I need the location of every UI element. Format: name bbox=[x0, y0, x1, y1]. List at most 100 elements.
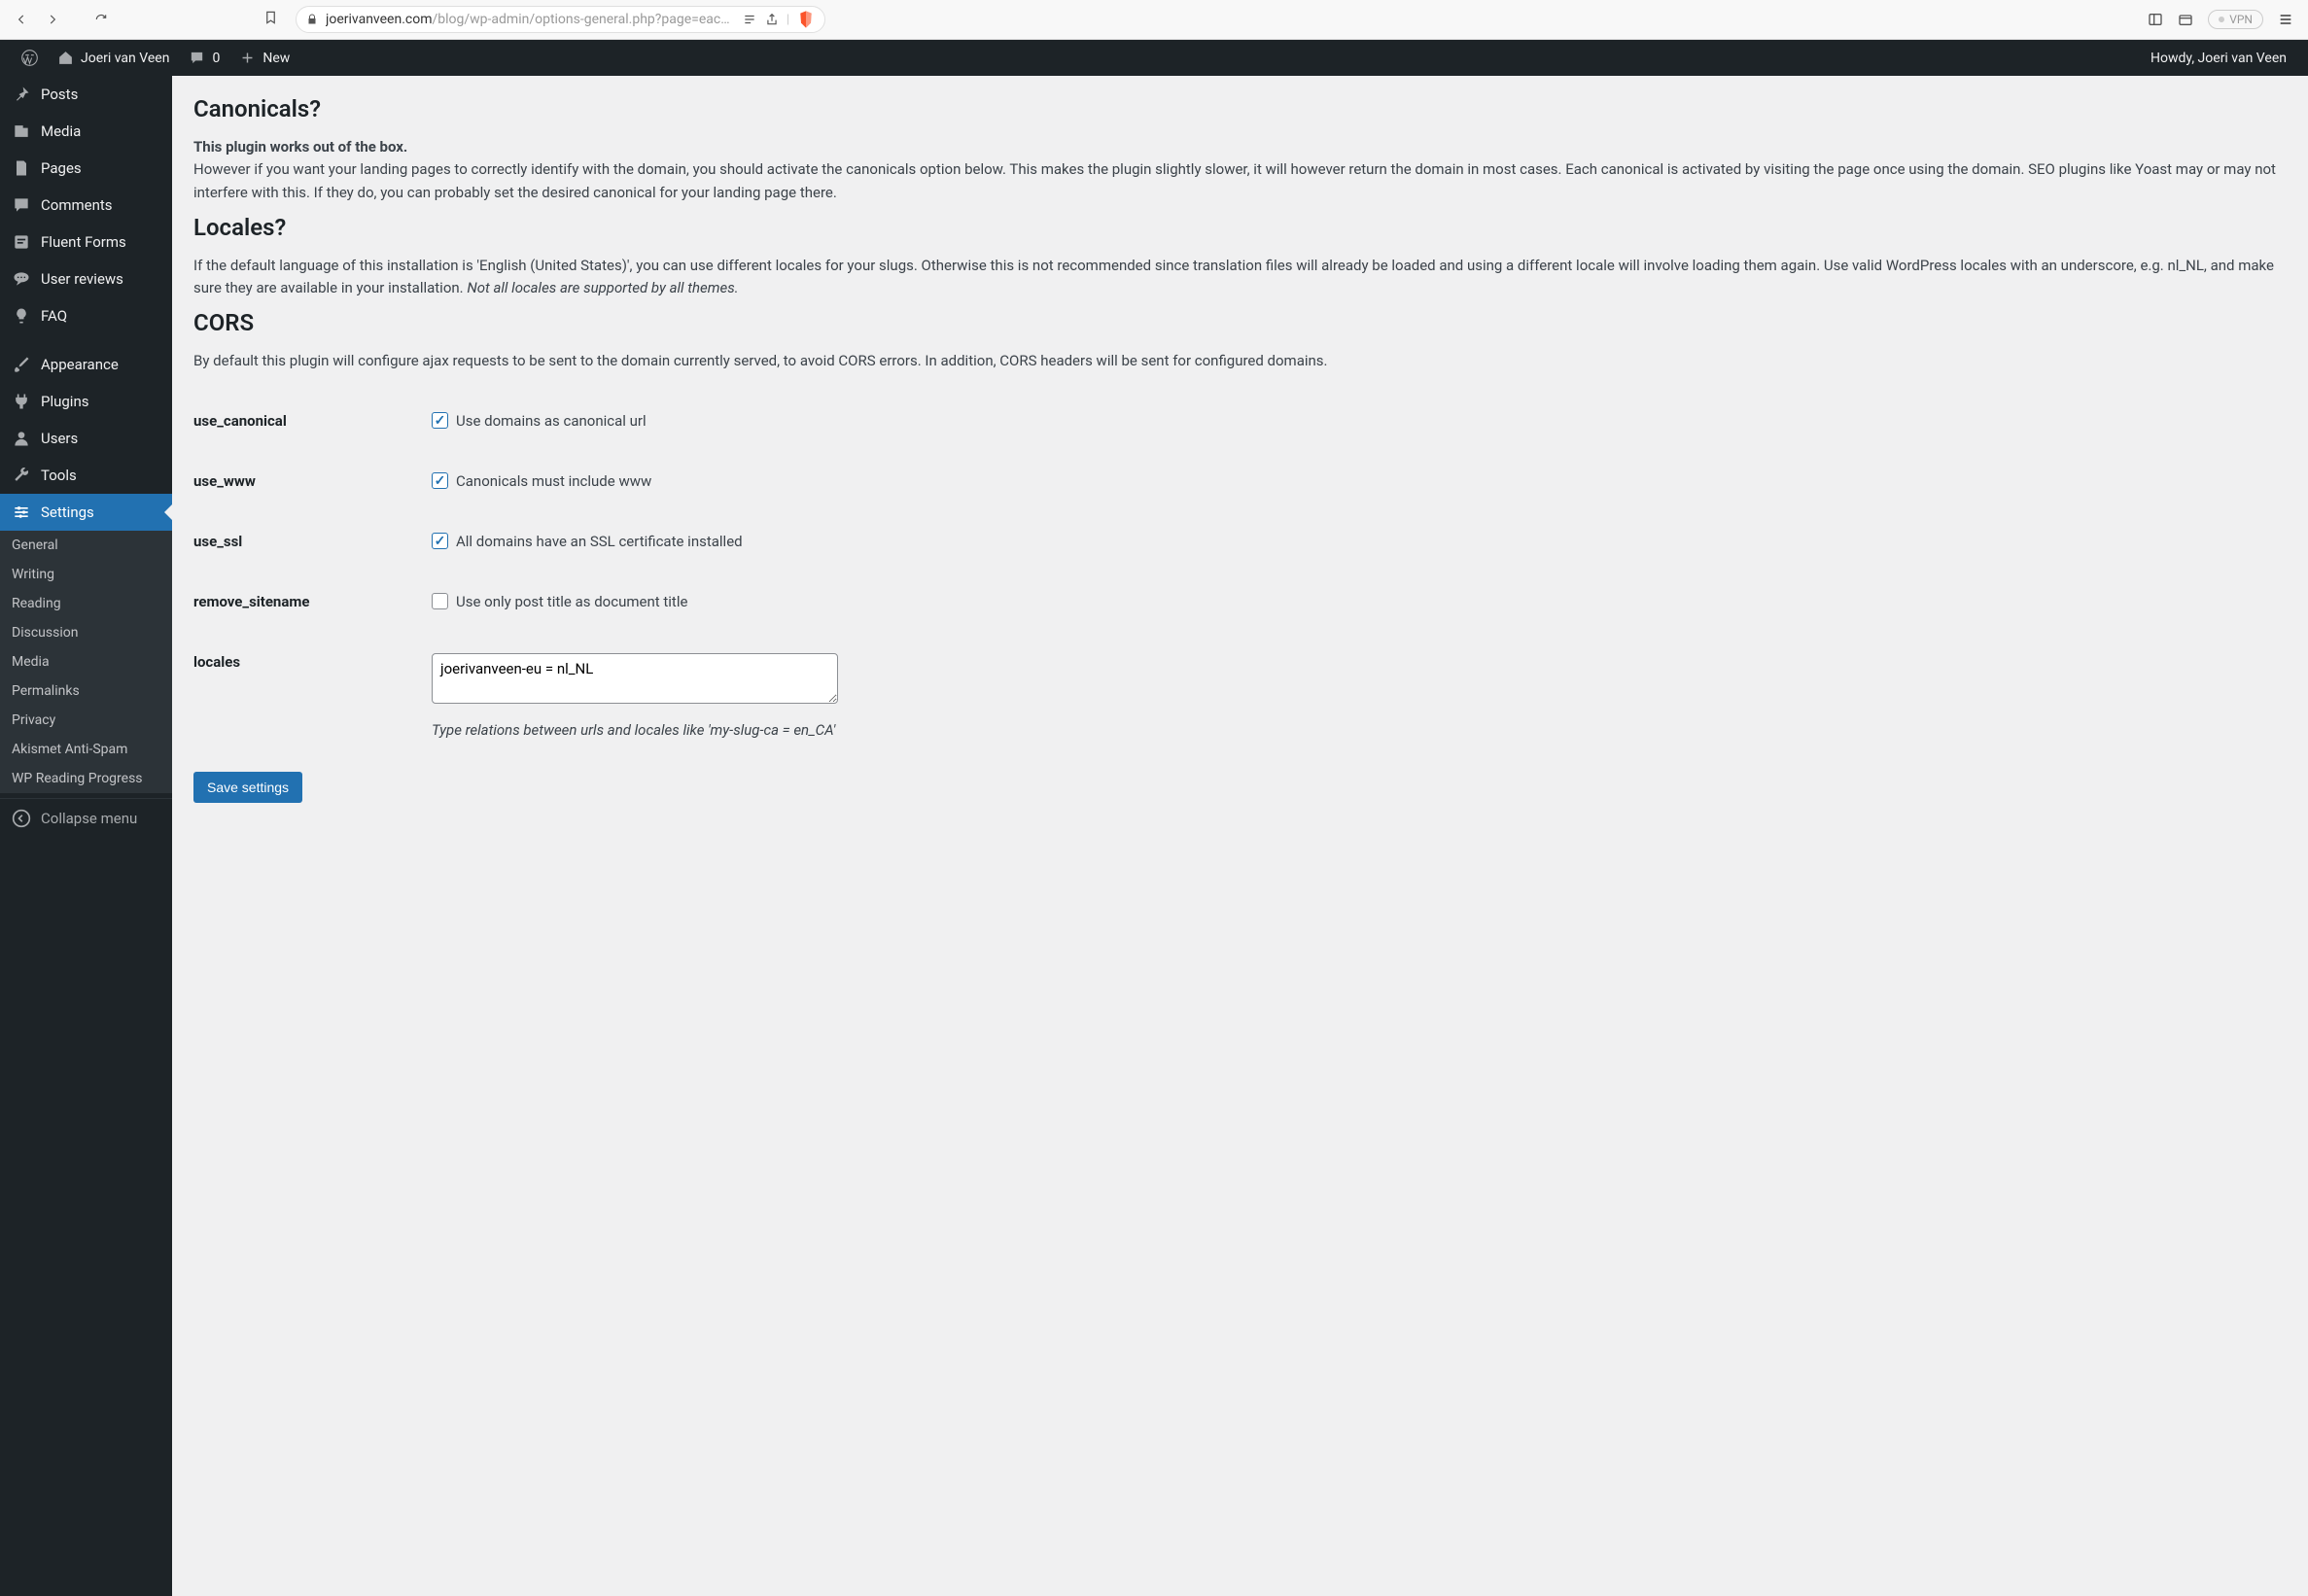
media-icon bbox=[12, 121, 31, 141]
speech-icon bbox=[12, 269, 31, 289]
plus-icon bbox=[239, 50, 256, 66]
collapse-menu-button[interactable]: Collapse menu bbox=[0, 798, 172, 838]
checkbox-use-ssl[interactable] bbox=[432, 533, 448, 549]
save-settings-button[interactable]: Save settings bbox=[193, 772, 302, 803]
sidebar-label: Pages bbox=[41, 159, 82, 177]
sidebar-item-appearance[interactable]: Appearance bbox=[0, 346, 172, 383]
brave-shield-icon[interactable] bbox=[797, 10, 815, 29]
canonicals-desc: This plugin works out of the box. Howeve… bbox=[193, 136, 2287, 204]
site-name-label: Joeri van Veen bbox=[81, 51, 169, 66]
submenu-reading[interactable]: Reading bbox=[0, 589, 172, 618]
settings-form: use_canonical Use domains as canonical u… bbox=[193, 391, 2287, 760]
sidebar-item-faq[interactable]: FAQ bbox=[0, 297, 172, 334]
browser-forward-button[interactable] bbox=[46, 13, 59, 26]
label-use-canonical: use_canonical bbox=[193, 412, 432, 430]
submenu-akismet[interactable]: Akismet Anti-Spam bbox=[0, 735, 172, 764]
sidebar-item-pages[interactable]: Pages bbox=[0, 150, 172, 187]
page-icon bbox=[12, 158, 31, 178]
sidebar-label: Comments bbox=[41, 196, 113, 214]
wallet-icon[interactable] bbox=[2178, 12, 2193, 27]
lock-icon bbox=[306, 14, 318, 25]
main-content: Canonicals? This plugin works out of the… bbox=[172, 76, 2308, 1596]
checkbox-use-canonical[interactable] bbox=[432, 412, 448, 429]
row-locales: locales Type relations between urls and … bbox=[193, 632, 2287, 760]
row-use-ssl: use_ssl All domains have an SSL certific… bbox=[193, 511, 2287, 572]
sidebar-label: Posts bbox=[41, 86, 78, 103]
share-icon[interactable] bbox=[765, 12, 779, 27]
sidebar-item-users[interactable]: Users bbox=[0, 420, 172, 457]
sidebar-item-settings[interactable]: Settings bbox=[0, 494, 172, 531]
sidebar-item-user-reviews[interactable]: User reviews bbox=[0, 260, 172, 297]
row-use-www: use_www Canonicals must include www bbox=[193, 451, 2287, 511]
brush-icon bbox=[12, 355, 31, 374]
locales-heading: Locales? bbox=[193, 214, 2287, 241]
submenu-permalinks[interactable]: Permalinks bbox=[0, 677, 172, 706]
wordpress-icon bbox=[21, 50, 38, 66]
wrench-icon bbox=[12, 466, 31, 485]
home-icon bbox=[57, 50, 74, 66]
locales-hint: Type relations between urls and locales … bbox=[432, 721, 835, 739]
checkbox-use-www[interactable] bbox=[432, 472, 448, 489]
submenu-media[interactable]: Media bbox=[0, 647, 172, 677]
sidebar-item-plugins[interactable]: Plugins bbox=[0, 383, 172, 420]
submenu-discussion[interactable]: Discussion bbox=[0, 618, 172, 647]
sidebar-item-tools[interactable]: Tools bbox=[0, 457, 172, 494]
label-remove-sitename: remove_sitename bbox=[193, 593, 432, 610]
url-bar[interactable]: joerivanveen.com/blog/wp-admin/options-g… bbox=[296, 6, 825, 33]
plug-icon bbox=[12, 392, 31, 411]
pin-icon bbox=[12, 85, 31, 104]
comment-count: 0 bbox=[212, 51, 220, 66]
settings-submenu: General Writing Reading Discussion Media… bbox=[0, 531, 172, 793]
row-remove-sitename: remove_sitename Use only post title as d… bbox=[193, 572, 2287, 632]
panel-toggle-icon[interactable] bbox=[2148, 12, 2163, 27]
sidebar-label: User reviews bbox=[41, 270, 123, 288]
checkbox-text: Use only post title as document title bbox=[456, 593, 687, 610]
form-icon bbox=[12, 232, 31, 252]
sidebar-label: FAQ bbox=[41, 307, 67, 325]
vpn-label: VPN bbox=[2229, 13, 2253, 26]
wp-logo-menu[interactable] bbox=[12, 40, 48, 76]
sidebar-item-posts[interactable]: Posts bbox=[0, 76, 172, 113]
sidebar-label: Fluent Forms bbox=[41, 233, 126, 251]
reader-mode-icon[interactable] bbox=[742, 13, 757, 26]
sidebar-item-media[interactable]: Media bbox=[0, 113, 172, 150]
comments-menu[interactable]: 0 bbox=[179, 40, 229, 76]
admin-sidebar: Posts Media Pages Comments Fluent Forms … bbox=[0, 76, 172, 1596]
checkbox-remove-sitename[interactable] bbox=[432, 593, 448, 609]
url-text: joerivanveen.com/blog/wp-admin/options-g… bbox=[326, 12, 734, 27]
sidebar-label: Appearance bbox=[41, 356, 119, 373]
wp-admin-bar: Joeri van Veen 0 New Howdy, Joeri van Ve… bbox=[0, 40, 2308, 76]
sidebar-label: Tools bbox=[41, 467, 77, 484]
new-label: New bbox=[262, 51, 290, 66]
browser-menu-button[interactable] bbox=[2278, 12, 2293, 27]
new-content-menu[interactable]: New bbox=[229, 40, 299, 76]
lightbulb-icon bbox=[12, 306, 31, 326]
cors-desc: By default this plugin will configure aj… bbox=[193, 350, 2287, 372]
browser-refresh-button[interactable] bbox=[94, 13, 108, 26]
collapse-label: Collapse menu bbox=[41, 810, 137, 827]
bookmark-button[interactable] bbox=[263, 9, 278, 30]
canonicals-heading: Canonicals? bbox=[193, 95, 2287, 122]
submenu-wp-reading-progress[interactable]: WP Reading Progress bbox=[0, 764, 172, 793]
locales-textarea[interactable] bbox=[432, 653, 838, 704]
checkbox-text: All domains have an SSL certificate inst… bbox=[456, 533, 743, 550]
browser-back-button[interactable] bbox=[15, 13, 28, 26]
sidebar-item-fluent-forms[interactable]: Fluent Forms bbox=[0, 224, 172, 260]
site-name-menu[interactable]: Joeri van Veen bbox=[48, 40, 179, 76]
sidebar-label: Plugins bbox=[41, 393, 88, 410]
user-greeting[interactable]: Howdy, Joeri van Veen bbox=[2141, 51, 2296, 66]
vpn-badge[interactable]: VPN bbox=[2208, 10, 2263, 29]
label-use-www: use_www bbox=[193, 472, 432, 490]
sidebar-label: Users bbox=[41, 430, 78, 447]
submenu-general[interactable]: General bbox=[0, 531, 172, 560]
sidebar-label: Settings bbox=[41, 503, 94, 521]
checkbox-text: Canonicals must include www bbox=[456, 472, 651, 490]
comment-icon bbox=[12, 195, 31, 215]
checkbox-text: Use domains as canonical url bbox=[456, 412, 647, 430]
sliders-icon bbox=[12, 503, 31, 522]
sidebar-item-comments[interactable]: Comments bbox=[0, 187, 172, 224]
submenu-writing[interactable]: Writing bbox=[0, 560, 172, 589]
label-locales: locales bbox=[193, 653, 432, 671]
cors-heading: CORS bbox=[193, 309, 2287, 336]
submenu-privacy[interactable]: Privacy bbox=[0, 706, 172, 735]
